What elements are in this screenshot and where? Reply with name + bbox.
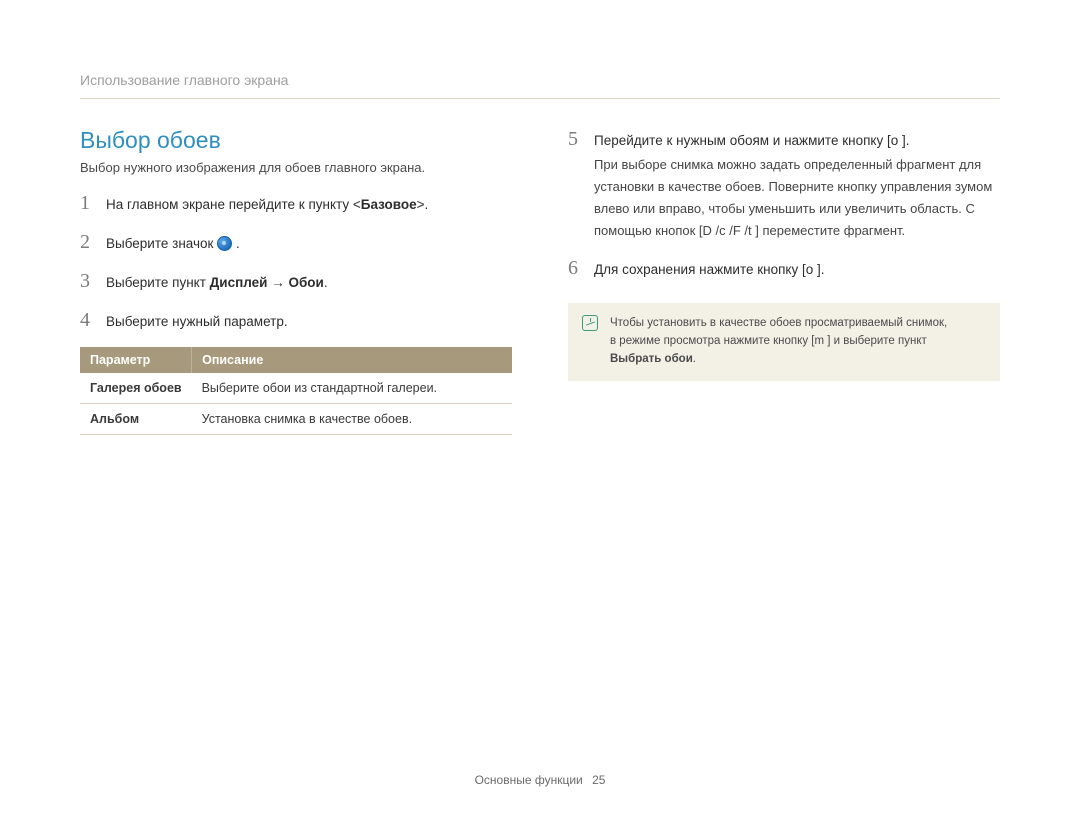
step-text: >. — [417, 197, 429, 212]
table-cell-value: Установка снимка в качестве обоев. — [192, 403, 512, 434]
step-text: Для сохранения нажмите кнопку [o ]. — [594, 260, 824, 281]
step-text: Выберите нужный параметр. — [106, 314, 288, 329]
note-bold: Выбрать обои — [610, 353, 693, 365]
footer-section: Основные функции — [475, 773, 583, 787]
step-text: . — [236, 236, 240, 251]
table-cell-value: Выберите обои из стандартной галереи. — [192, 373, 512, 404]
breadcrumb: Использование главного экрана — [80, 72, 1000, 99]
step-text: Выберите пункт — [106, 275, 210, 290]
section-title: Выбор обоев — [80, 127, 512, 154]
step-text: На главном экране перейдите к пункту < — [106, 197, 361, 212]
step-5: 5 Перейдите к нужным обоям и нажмите кно… — [568, 127, 1000, 242]
intro-text: Выбор нужного изображения для обоев глав… — [80, 160, 512, 175]
table-header-param: Параметр — [80, 347, 192, 373]
step-subtext: При выборе снимка можно задать определен… — [594, 154, 1000, 242]
step-bold: Дисплей → Обои — [210, 275, 324, 290]
step-number: 6 — [568, 256, 582, 280]
note-line: Чтобы установить в качестве обоев просма… — [610, 315, 947, 333]
page-number: 25 — [592, 773, 605, 787]
left-column: Выбор обоев Выбор нужного изображения дл… — [80, 127, 512, 435]
table-header-desc: Описание — [192, 347, 512, 373]
options-table: Параметр Описание Галерея обоев Выберите… — [80, 347, 512, 435]
step-number: 4 — [80, 308, 94, 332]
note-box: Чтобы установить в качестве обоев просма… — [568, 303, 1000, 380]
step-number: 5 — [568, 127, 582, 151]
step-bold: Базовое — [361, 197, 417, 212]
step-number: 1 — [80, 191, 94, 215]
step-3: 3 Выберите пункт Дисплей → Обои. — [80, 269, 512, 294]
note-icon — [582, 315, 598, 331]
table-row: Альбом Установка снимка в качестве обоев… — [80, 403, 512, 434]
table-cell-key: Галерея обоев — [80, 373, 192, 404]
table-row: Галерея обоев Выберите обои из стандартн… — [80, 373, 512, 404]
step-text: . — [324, 275, 328, 290]
step-4: 4 Выберите нужный параметр. — [80, 308, 512, 333]
table-cell-key: Альбом — [80, 403, 192, 434]
step-text: Перейдите к нужным обоям и нажмите кнопк… — [594, 131, 1000, 152]
step-number: 2 — [80, 230, 94, 254]
wallpaper-icon — [217, 236, 232, 251]
step-1: 1 На главном экране перейдите к пункту <… — [80, 191, 512, 216]
step-number: 3 — [80, 269, 94, 293]
page-footer: Основные функции 25 — [0, 773, 1080, 787]
right-column: 5 Перейдите к нужным обоям и нажмите кно… — [568, 127, 1000, 435]
note-line: в режиме просмотра нажмите кнопку [m ] и… — [610, 335, 927, 347]
note-line: . — [693, 353, 696, 365]
step-text: Выберите значок — [106, 236, 217, 251]
step-2: 2 Выберите значок . — [80, 230, 512, 255]
step-6: 6 Для сохранения нажмите кнопку [o ]. — [568, 256, 1000, 281]
